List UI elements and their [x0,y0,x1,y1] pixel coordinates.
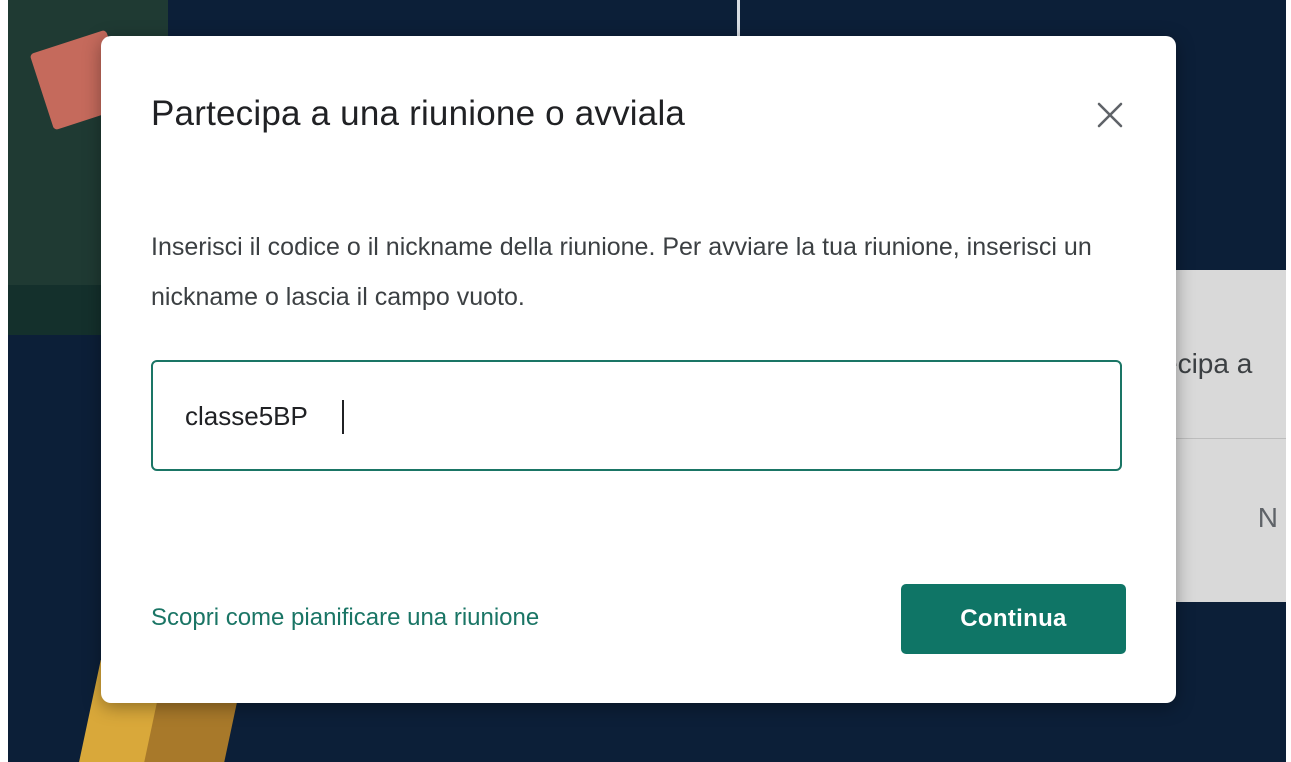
background-illustration-yellow-shade [141,695,239,762]
background-edge-left [0,0,8,762]
close-button[interactable] [1086,91,1134,139]
background-edge-right [1286,0,1291,762]
dialog-title: Partecipa a una riunione o avviala [151,94,686,133]
continue-button[interactable]: Continua [901,584,1126,654]
background-side-card-letter: N [1257,502,1278,533]
meeting-code-field[interactable] [151,360,1122,471]
meeting-code-input[interactable] [185,392,1085,440]
join-meeting-dialog: Partecipa a una riunione o avviala Inser… [101,36,1176,703]
screen: ecipa a N Partecipa a una riunione o avv… [0,0,1291,762]
learn-schedule-link[interactable]: Scopri come pianificare una riunione [151,604,539,632]
dialog-description: Inserisci il codice o il nickname della … [151,233,1092,311]
text-cursor [342,400,344,434]
close-icon [1097,102,1123,128]
background-illustration-line [737,0,740,40]
